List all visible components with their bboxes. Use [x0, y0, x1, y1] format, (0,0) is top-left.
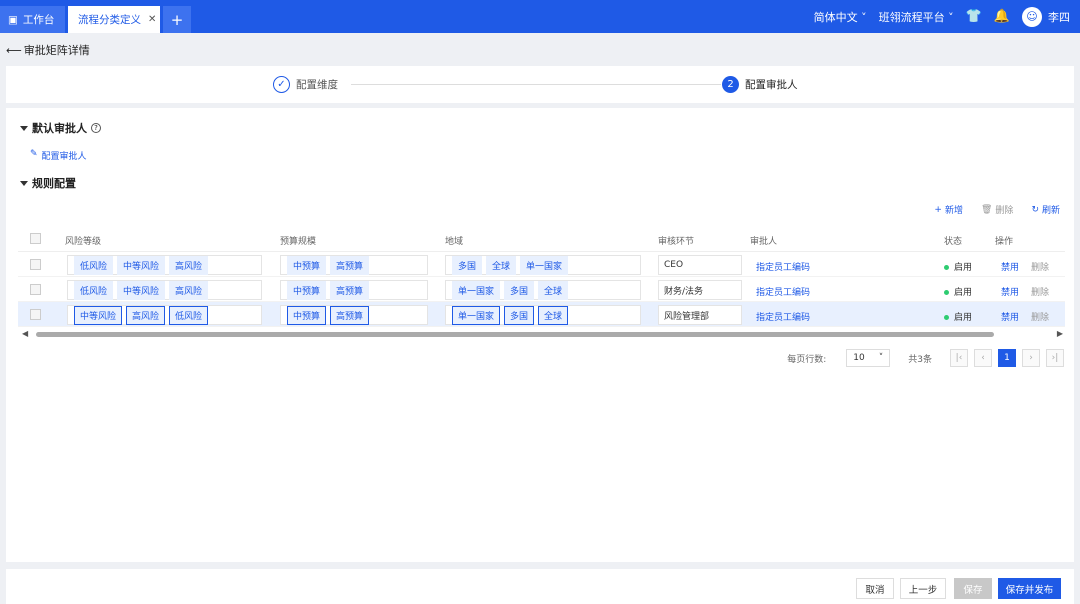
- help-icon[interactable]: ?: [91, 123, 101, 133]
- table-row[interactable]: 低风险 中等风险 高风险 中预算 高预算 单一国家 多国 全球 财务/法务 指定员工编码 …: [18, 277, 1065, 302]
- close-icon[interactable]: ✕: [148, 14, 156, 25]
- approver-link[interactable]: 指定员工编码: [756, 260, 810, 273]
- budget-field[interactable]: 中预算 高预算: [280, 305, 428, 325]
- refresh-icon: ↻: [1031, 204, 1039, 215]
- main-panel: 默认审批人 ? ✎ 配置审批人 规则配置 + 新增 🗑 删除 ↻ 刷新 风险等级 预算…: [6, 108, 1074, 562]
- total-count: 共3条: [908, 354, 932, 365]
- region-field[interactable]: 多国 全球 单一国家: [445, 255, 641, 275]
- risk-level-field[interactable]: 低风险 中等风险 高风险: [67, 255, 262, 275]
- scroll-thumb[interactable]: [36, 332, 994, 337]
- table-toolbar: + 新增 🗑 删除 ↻ 刷新: [934, 203, 1060, 217]
- status-badge: 启用: [944, 260, 972, 273]
- stage-field[interactable]: 风险管理部: [658, 305, 742, 325]
- scroll-left-icon[interactable]: ◀: [22, 329, 28, 338]
- delete-button[interactable]: 🗑 删除: [980, 203, 1013, 217]
- top-bar: ▣ 工作台 流程分类定义 ✕ + 简体中文 ˅ 班翎流程平台 ˅ 👕 🔔 ☺ 李…: [0, 0, 1080, 33]
- delete-link[interactable]: 删除: [1031, 285, 1049, 298]
- monitor-icon: ▣: [8, 13, 18, 26]
- budget-field[interactable]: 中预算 高预算: [280, 280, 428, 300]
- language-select[interactable]: 简体中文 ˅: [814, 9, 867, 25]
- page-button[interactable]: 1: [998, 349, 1016, 367]
- user-name[interactable]: 李四: [1048, 9, 1070, 25]
- budget-field[interactable]: 中预算 高预算: [280, 255, 428, 275]
- last-page-button[interactable]: ›|: [1046, 349, 1064, 367]
- tab-workbench[interactable]: ▣ 工作台: [0, 6, 65, 33]
- scroll-right-icon[interactable]: ▶: [1057, 329, 1063, 338]
- first-page-button[interactable]: |‹: [950, 349, 968, 367]
- step-number: 2: [722, 76, 739, 93]
- platform-select[interactable]: 班翎流程平台 ˅: [879, 9, 954, 25]
- stage-field[interactable]: 财务/法务: [658, 280, 742, 300]
- next-page-button[interactable]: ›: [1022, 349, 1040, 367]
- shirt-icon[interactable]: 👕: [966, 9, 982, 24]
- default-approver-section[interactable]: 默认审批人 ?: [20, 120, 101, 136]
- region-field[interactable]: 单一国家 多国 全球: [445, 280, 641, 300]
- save-button[interactable]: 保存: [954, 578, 992, 599]
- row-checkbox[interactable]: [30, 309, 41, 320]
- trash-icon: 🗑: [980, 204, 993, 215]
- bell-icon[interactable]: 🔔: [994, 9, 1010, 24]
- edit-icon: ✎: [30, 149, 38, 159]
- add-tab-button[interactable]: +: [163, 6, 191, 33]
- rows-per-page-label: 每页行数:: [787, 354, 827, 365]
- step-divider: [351, 84, 721, 85]
- breadcrumb: ⟵ 审批矩阵详情: [6, 42, 90, 58]
- plus-icon: +: [934, 204, 942, 215]
- chevron-down-icon: ˅: [878, 353, 884, 363]
- disable-link[interactable]: 禁用: [1001, 310, 1019, 323]
- page-title: 审批矩阵详情: [23, 44, 90, 57]
- rows-per-page-select[interactable]: 10 ˅: [846, 349, 891, 367]
- table-header: 风险等级 预算规模 地域 审核环节 审批人 状态 操作: [18, 226, 1065, 252]
- stage-field[interactable]: CEO: [658, 255, 742, 275]
- delete-link[interactable]: 删除: [1031, 260, 1049, 273]
- table-row[interactable]: 中等风险 高风险 低风险 中预算 高预算 单一国家 多国 全球 风险管理部 指定员工编码 …: [18, 302, 1065, 327]
- disable-link[interactable]: 禁用: [1001, 285, 1019, 298]
- save-publish-button[interactable]: 保存并发布: [998, 578, 1061, 599]
- caret-down-icon: [20, 125, 28, 131]
- tab-label: 流程分类定义: [78, 14, 141, 26]
- step-config-approver[interactable]: 2 配置审批人: [722, 76, 798, 93]
- row-checkbox[interactable]: [30, 284, 41, 295]
- back-arrow-icon[interactable]: ⟵: [6, 44, 22, 57]
- select-all-checkbox[interactable]: [30, 233, 41, 244]
- delete-link[interactable]: 删除: [1031, 310, 1049, 323]
- risk-level-field[interactable]: 低风险 中等风险 高风险: [67, 280, 262, 300]
- horizontal-scrollbar[interactable]: ◀ ▶: [18, 329, 1065, 339]
- avatar[interactable]: ☺: [1022, 6, 1042, 27]
- disable-link[interactable]: 禁用: [1001, 260, 1019, 273]
- prev-page-button[interactable]: ‹: [974, 349, 992, 367]
- rule-table: 风险等级 预算规模 地域 审核环节 审批人 状态 操作 低风险 中等风险 高风险 中…: [18, 226, 1065, 327]
- region-field[interactable]: 单一国家 多国 全球: [445, 305, 641, 325]
- tab-process-category[interactable]: 流程分类定义 ✕: [68, 6, 160, 33]
- tab-label: 工作台: [22, 14, 55, 26]
- add-button[interactable]: + 新增: [934, 203, 963, 217]
- check-icon: ✓: [273, 76, 290, 93]
- table-row[interactable]: 低风险 中等风险 高风险 中预算 高预算 多国 全球 单一国家 CEO 指定员工编码 启用…: [18, 252, 1065, 277]
- status-badge: 启用: [944, 310, 972, 323]
- steps-bar: ✓ 配置维度 2 配置审批人: [6, 66, 1074, 103]
- prev-step-button[interactable]: 上一步: [900, 578, 946, 599]
- config-approver-link[interactable]: ✎ 配置审批人: [30, 149, 87, 162]
- risk-level-field[interactable]: 中等风险 高风险 低风险: [67, 305, 262, 325]
- rule-config-section[interactable]: 规则配置: [20, 175, 76, 191]
- row-checkbox[interactable]: [30, 259, 41, 270]
- approver-link[interactable]: 指定员工编码: [756, 285, 810, 298]
- refresh-button[interactable]: ↻ 刷新: [1031, 203, 1060, 217]
- status-badge: 启用: [944, 285, 972, 298]
- caret-down-icon: [20, 180, 28, 186]
- pagination: 每页行数: 10 ˅ 共3条 |‹ ‹ 1 › ›|: [787, 349, 1064, 367]
- cancel-button[interactable]: 取消: [856, 578, 894, 599]
- approver-link[interactable]: 指定员工编码: [756, 310, 810, 323]
- footer-bar: 取消 上一步 保存 保存并发布: [6, 569, 1074, 604]
- step-config-dimension[interactable]: ✓ 配置维度: [273, 76, 338, 93]
